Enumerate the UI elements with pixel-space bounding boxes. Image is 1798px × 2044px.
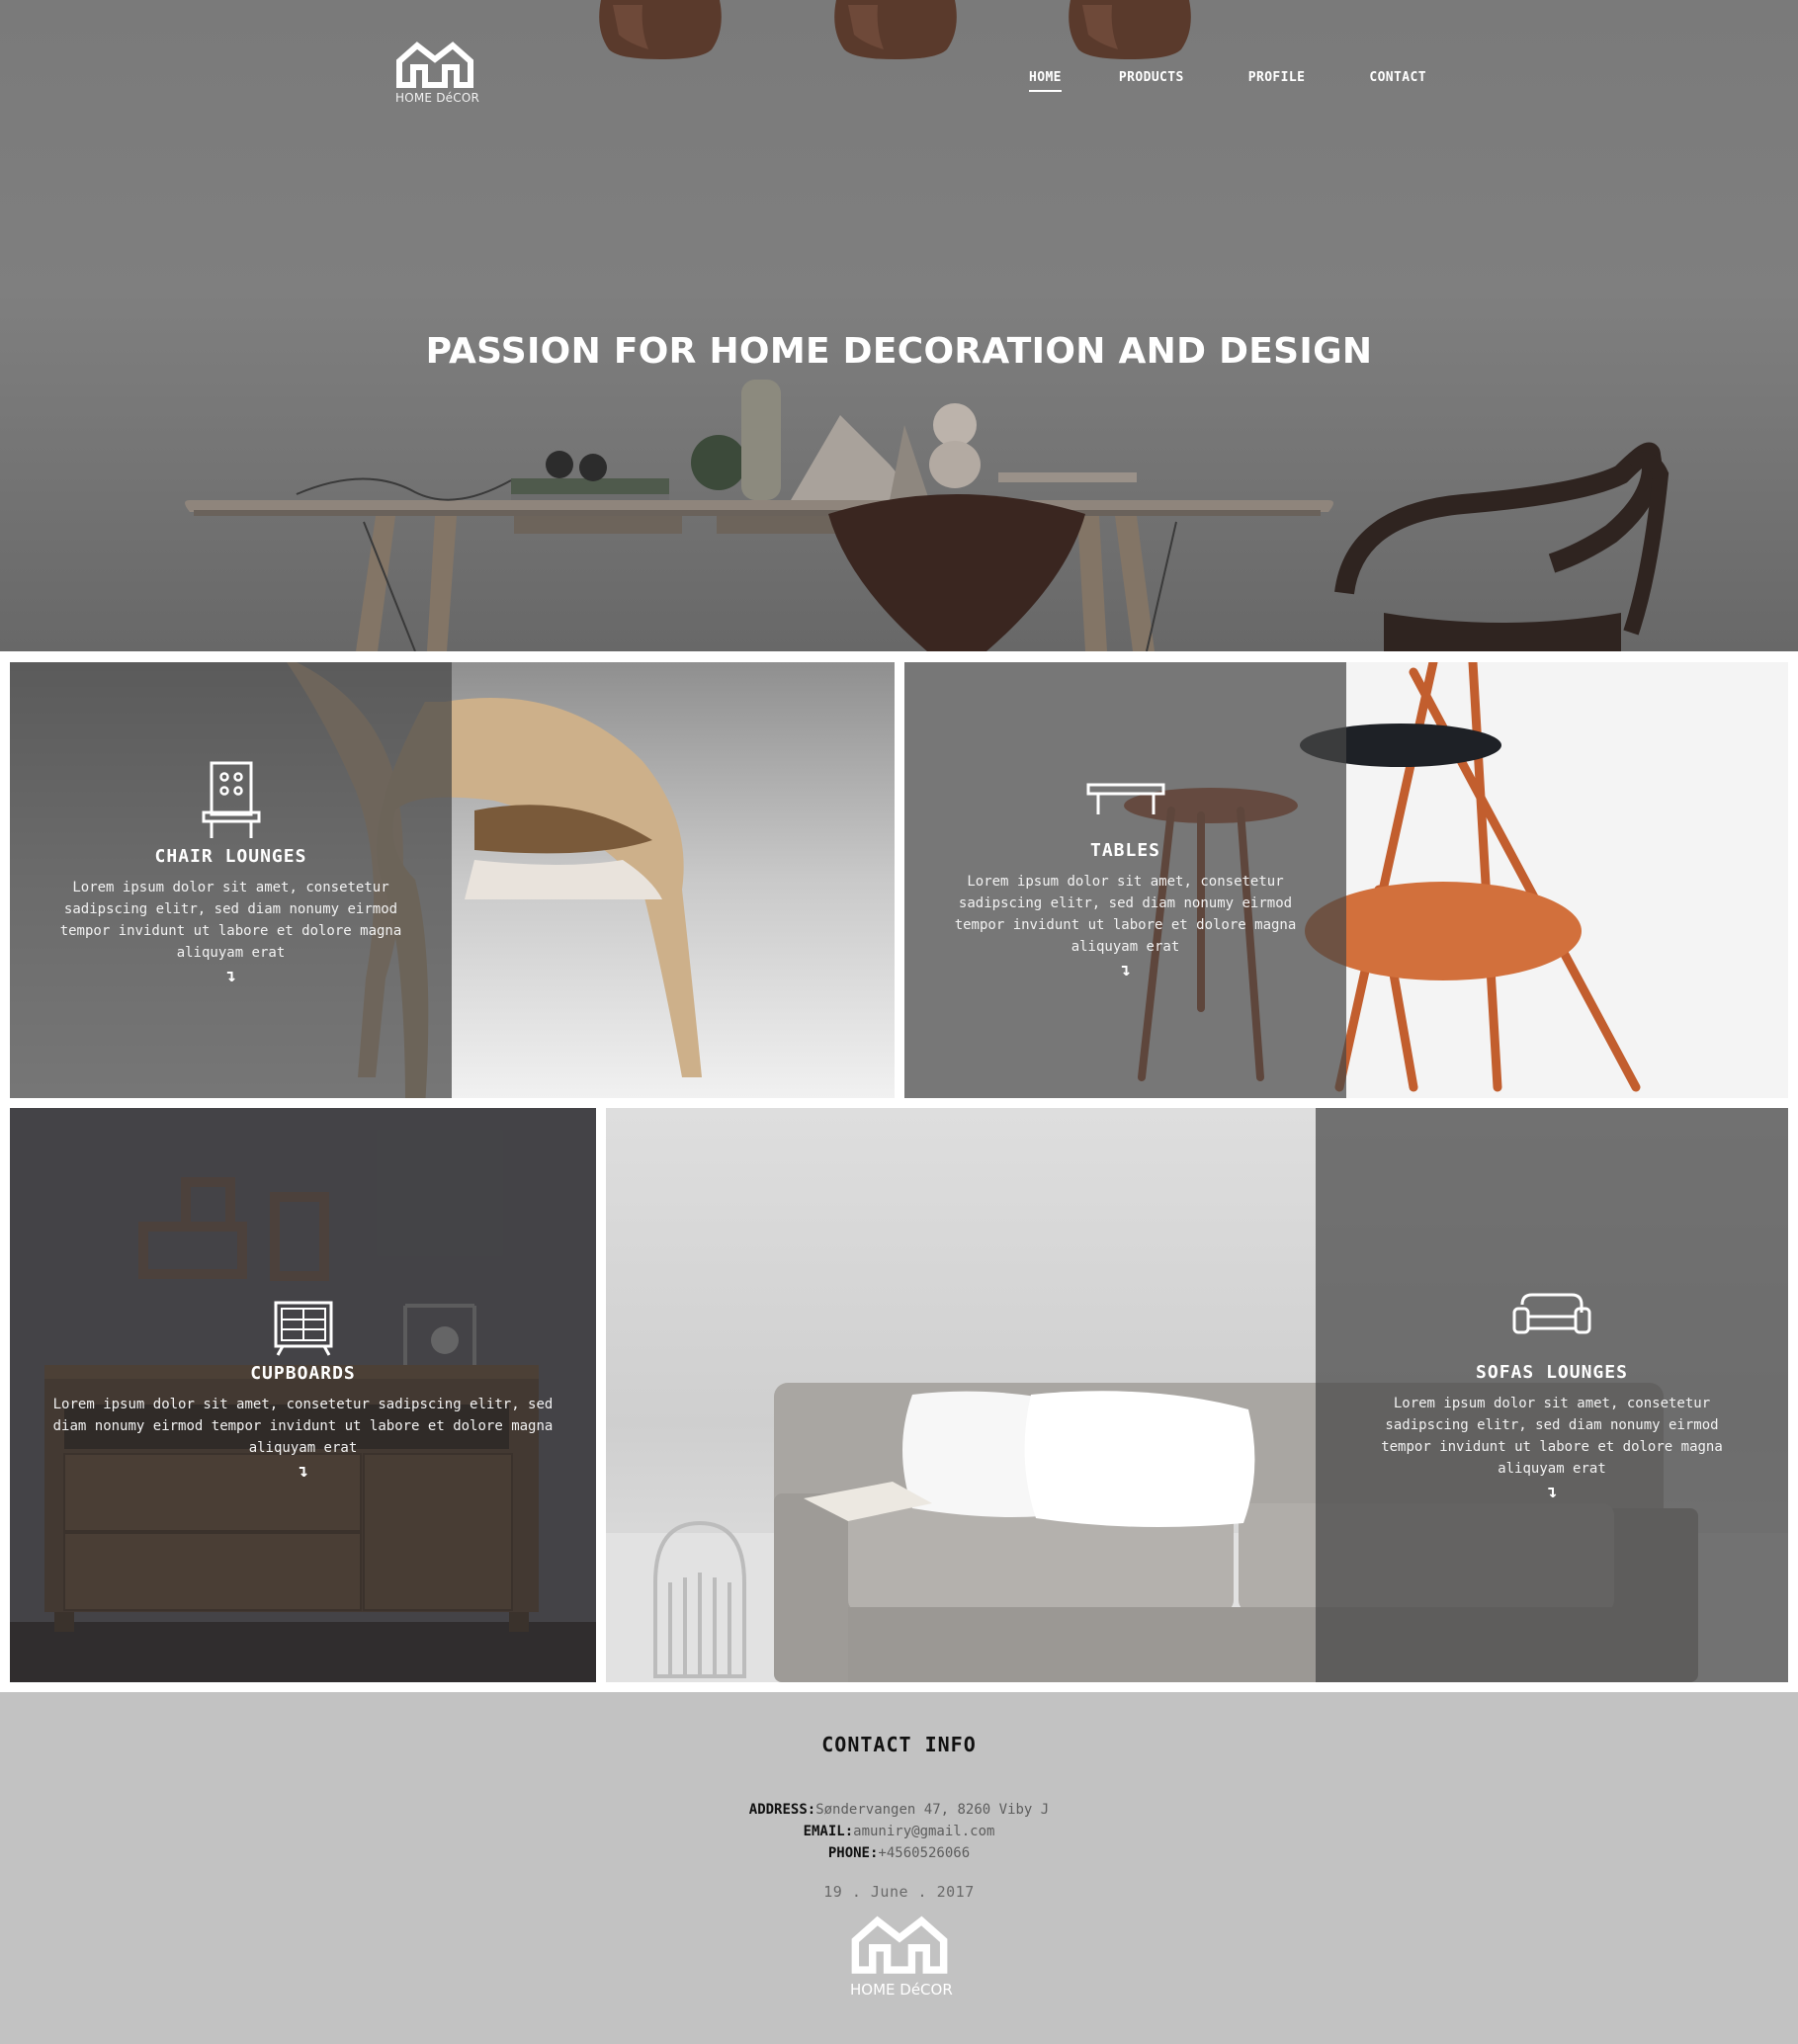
tile-description: Lorem ipsum dolor sit amet, consetetur s… [52,1397,554,1456]
category-tile-cupboards[interactable]: CUPBOARDS Lorem ipsum dolor sit amet, co… [10,1108,596,1682]
sofa-icon [1512,1293,1591,1334]
footer-date: 19 . June . 2017 [823,1883,975,1901]
tile-description: Lorem ipsum dolor sit amet, consetetur s… [59,880,402,961]
brand-name: HOME DéCOR [395,91,480,105]
chair-icon [202,761,260,838]
nav-profile[interactable]: PROFILE [1248,70,1306,92]
tile-content: TABLES Lorem ipsum dolor sit amet, conse… [904,781,1346,979]
arrow-down-icon[interactable]: ↴ [40,1463,566,1481]
footer: CONTACT INFO ADDRESS:Søndervangen 47, 82… [0,1692,1798,2044]
tile-title: SOFAS LOUNGES [1476,1362,1628,1383]
address-label: ADDRESS: [748,1802,816,1818]
contact-info: ADDRESS:Søndervangen 47, 8260 Viby J EMA… [0,1799,1798,1864]
footer-title: CONTACT INFO [821,1733,977,1756]
nav-contact[interactable]: CONTACT [1369,70,1426,92]
tile-description: Lorem ipsum dolor sit amet, consetetur s… [954,874,1297,955]
arrow-down-icon[interactable]: ↴ [946,962,1305,979]
table-icon [1086,783,1164,814]
category-tile-tables[interactable]: TABLES Lorem ipsum dolor sit amet, conse… [904,662,1788,1098]
hero-background-image [185,0,1670,651]
nav-products[interactable]: PRODUCTS [1119,70,1184,92]
contact-phone: PHONE:+4560526066 [0,1842,1798,1864]
contact-address: ADDRESS:Søndervangen 47, 8260 Viby J [0,1799,1798,1821]
cupboard-icon [274,1301,332,1356]
tile-title: CUPBOARDS [250,1363,356,1384]
nav-home[interactable]: HOME [1029,70,1062,92]
tile-content: CUPBOARDS Lorem ipsum dolor sit amet, co… [10,1300,596,1481]
phone-value[interactable]: +4560526066 [878,1845,970,1861]
main-nav: HOME PRODUCTS PROFILE CONTACT [1023,70,1426,92]
brand-logo[interactable]: HOME DéCOR [395,40,480,105]
category-tile-chair-lounges[interactable]: CHAIR LOUNGES Lorem ipsum dolor sit amet… [10,662,895,1098]
tile-title: TABLES [1089,840,1161,861]
house-logo-icon [396,42,473,88]
email-label: EMAIL: [803,1824,854,1839]
tile-title: CHAIR LOUNGES [154,846,307,867]
tile-description: Lorem ipsum dolor sit amet, consetetur s… [1381,1396,1723,1477]
hero-section: HOME DéCOR HOME PRODUCTS PROFILE CONTACT… [0,0,1798,651]
contact-email: EMAIL:amuniry@gmail.com [0,1821,1798,1842]
tile-content: CHAIR LOUNGES Lorem ipsum dolor sit amet… [10,761,452,985]
tile-content: SOFAS LOUNGES Lorem ipsum dolor sit amet… [1316,1291,1788,1501]
hero-title: PASSION FOR HOME DECORATION AND DESIGN [425,331,1373,372]
email-value[interactable]: amuniry@gmail.com [853,1824,994,1839]
footer-logo[interactable]: HOME DéCOR [850,1914,953,1999]
brand-name: HOME DéCOR [850,1981,953,1999]
category-tile-sofas-lounges[interactable]: SOFAS LOUNGES Lorem ipsum dolor sit amet… [606,1108,1788,1682]
house-logo-icon [851,1916,948,1974]
arrow-down-icon[interactable]: ↴ [1359,1484,1745,1501]
arrow-down-icon[interactable]: ↴ [51,968,410,985]
phone-label: PHONE: [827,1845,879,1861]
address-value: Søndervangen 47, 8260 Viby J [815,1802,1050,1818]
